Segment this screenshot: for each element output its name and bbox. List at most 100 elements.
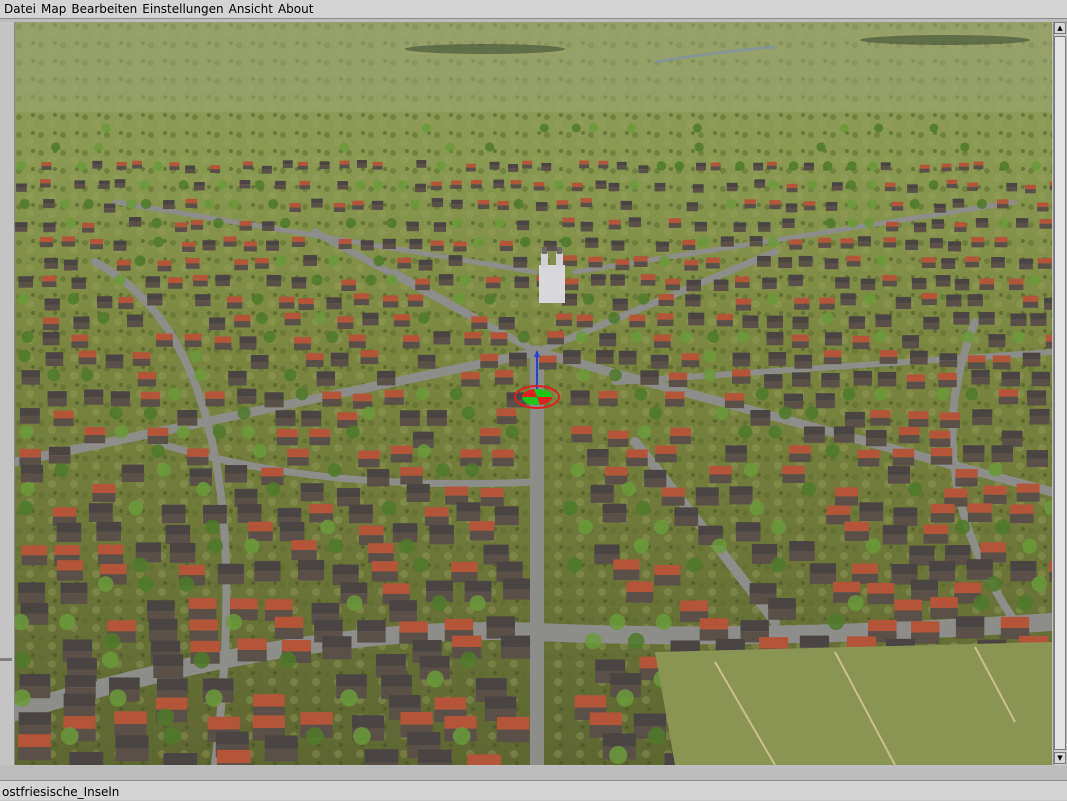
house: [984, 486, 1007, 504]
tree: [484, 293, 495, 304]
tree: [693, 124, 702, 133]
menu-einstellungen[interactable]: Einstellungen: [142, 0, 223, 18]
house: [42, 276, 57, 287]
house: [115, 179, 126, 187]
house: [729, 486, 752, 504]
tree: [279, 652, 296, 669]
house: [753, 163, 763, 171]
tree: [609, 369, 622, 382]
house: [218, 564, 244, 585]
house: [1032, 372, 1050, 386]
tree: [133, 557, 148, 572]
house: [976, 218, 988, 228]
tree: [229, 199, 239, 209]
tree: [707, 331, 719, 343]
house: [74, 180, 85, 188]
tree: [769, 180, 779, 190]
house: [383, 239, 396, 249]
tree: [416, 388, 429, 401]
house: [189, 598, 217, 620]
3d-map-viewport[interactable]: [15, 22, 1052, 765]
house: [734, 222, 746, 232]
house: [654, 565, 680, 586]
house: [629, 217, 641, 227]
tree: [866, 538, 881, 553]
tree: [936, 388, 949, 401]
house: [115, 735, 148, 761]
tree: [514, 199, 524, 209]
house: [930, 238, 943, 248]
house: [98, 544, 123, 564]
tree: [157, 463, 171, 477]
house: [266, 241, 279, 251]
house: [471, 316, 487, 329]
tree: [657, 161, 667, 171]
house: [292, 277, 307, 288]
tree: [867, 199, 877, 209]
house: [148, 428, 169, 444]
house: [662, 488, 685, 506]
terrain-scene[interactable]: [15, 22, 1052, 765]
tree: [847, 161, 857, 171]
house: [238, 504, 262, 523]
house: [883, 525, 908, 544]
house: [725, 393, 744, 408]
house: [665, 279, 680, 290]
house: [427, 410, 447, 426]
house: [451, 200, 462, 209]
house: [43, 318, 59, 331]
house: [217, 750, 251, 765]
tree: [97, 312, 109, 324]
tree: [1029, 274, 1040, 285]
house: [451, 181, 462, 189]
tree: [168, 388, 181, 401]
tree: [77, 161, 87, 171]
house: [89, 503, 113, 522]
house: [20, 408, 40, 424]
house: [786, 203, 797, 212]
tree: [874, 388, 887, 401]
tree: [518, 331, 530, 343]
tree: [340, 689, 357, 706]
tree: [771, 520, 786, 535]
tree: [828, 614, 844, 630]
house: [922, 257, 936, 268]
house: [608, 431, 629, 447]
house: [1010, 313, 1026, 326]
house: [853, 336, 870, 349]
tree: [627, 124, 636, 133]
house: [186, 199, 197, 208]
house: [736, 299, 751, 311]
house: [641, 274, 656, 285]
house: [914, 223, 926, 233]
house: [132, 161, 142, 169]
menu-datei[interactable]: Datei: [4, 0, 36, 18]
house: [824, 350, 842, 364]
house: [1006, 183, 1017, 191]
house: [40, 179, 51, 187]
menu-about[interactable]: About: [278, 0, 313, 18]
menu-map[interactable]: Map: [41, 0, 66, 18]
tree: [427, 671, 444, 688]
vertical-scroll-thumb[interactable]: [1054, 36, 1066, 750]
menu-bearbeiten[interactable]: Bearbeiten: [71, 0, 137, 18]
status-bar: ostfriesische_Inseln: [0, 780, 1067, 800]
house: [825, 258, 839, 269]
tree: [494, 218, 504, 228]
scroll-up-arrow-icon[interactable]: ▲: [1054, 22, 1066, 34]
house: [644, 470, 666, 487]
house: [322, 391, 341, 406]
tree: [609, 614, 625, 630]
house: [48, 391, 67, 406]
scroll-down-arrow-icon[interactable]: ▼: [1054, 752, 1066, 764]
house: [337, 316, 353, 329]
tree: [737, 331, 749, 343]
house: [92, 484, 115, 502]
tree: [628, 633, 644, 649]
vertical-scrollbar[interactable]: ▲ ▼: [1053, 22, 1066, 765]
house: [953, 312, 969, 325]
house: [787, 184, 798, 192]
tree: [973, 595, 989, 611]
menu-ansicht[interactable]: Ansicht: [229, 0, 273, 18]
house: [788, 275, 803, 286]
